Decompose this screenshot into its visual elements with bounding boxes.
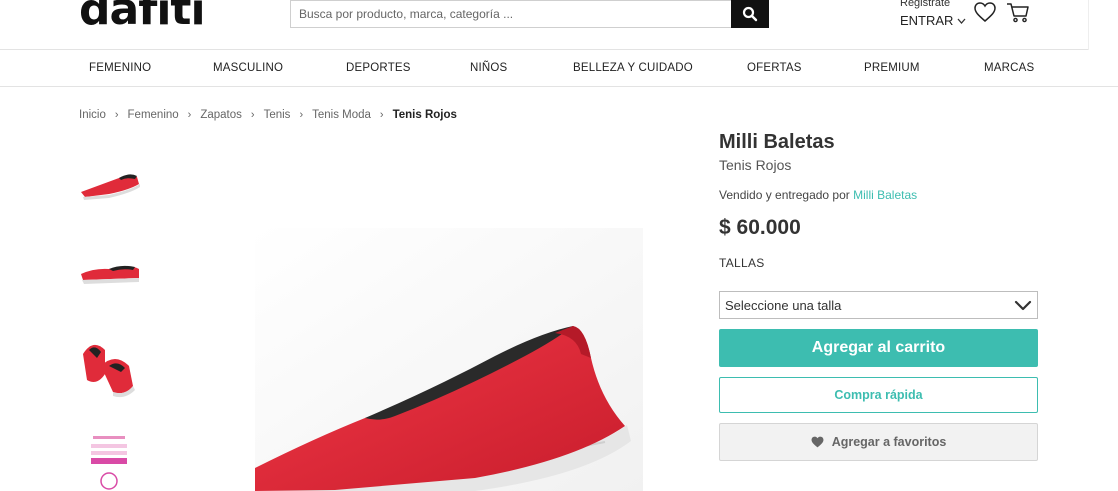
cart-button[interactable] xyxy=(1006,2,1030,29)
sizes-label: TALLAS xyxy=(719,256,765,270)
chevron-right-icon: › xyxy=(187,109,192,121)
product-price: $ 60.000 xyxy=(719,216,801,239)
register-link[interactable]: Registrate xyxy=(900,0,966,10)
search-button[interactable] xyxy=(731,0,769,28)
thumbnail-4-size-chart[interactable] xyxy=(79,424,141,491)
breadcrumb-zapatos[interactable]: Zapatos xyxy=(200,109,242,121)
chevron-right-icon: › xyxy=(299,109,304,121)
nav-item-belleza[interactable]: BELLEZA Y CUIDADO xyxy=(573,62,693,74)
breadcrumb: Inicio › Femenino › Zapatos › Tenis › Te… xyxy=(79,109,457,121)
add-to-cart-button[interactable]: Agregar al carrito xyxy=(719,329,1038,367)
nav-item-marcas[interactable]: MARCAS xyxy=(984,62,1034,74)
wishlist-button[interactable] xyxy=(973,1,997,28)
breadcrumb-inicio[interactable]: Inicio xyxy=(79,109,106,121)
scroll-edge xyxy=(1088,0,1118,50)
cart-icon xyxy=(1007,3,1029,23)
thumbnail-2[interactable] xyxy=(79,236,141,314)
site-header: dafiti Registrate ENTRAR xyxy=(0,0,1118,50)
breadcrumb-tenis[interactable]: Tenis xyxy=(264,109,291,121)
size-select-value: Seleccione una talla xyxy=(725,297,842,313)
product-brand[interactable]: Milli Baletas xyxy=(719,131,1038,153)
thumbnail-3[interactable] xyxy=(79,330,141,408)
seller-link[interactable]: Milli Baletas xyxy=(853,188,917,202)
logo[interactable]: dafiti xyxy=(79,0,206,32)
chevron-right-icon: › xyxy=(250,109,255,121)
nav-item-masculino[interactable]: MASCULINO xyxy=(213,62,283,74)
login-label: ENTRAR xyxy=(900,13,954,28)
favorites-label: Agregar a favoritos xyxy=(831,435,947,449)
thumbnail-1[interactable] xyxy=(79,142,141,220)
breadcrumb-femenino[interactable]: Femenino xyxy=(128,109,179,121)
size-select[interactable]: Seleccione una talla xyxy=(719,291,1038,319)
heart-icon xyxy=(811,436,824,448)
quick-buy-button[interactable]: Compra rápida xyxy=(719,377,1038,413)
product-name: Tenis Rojos xyxy=(719,157,792,173)
breadcrumb-tenis-moda[interactable]: Tenis Moda xyxy=(312,109,371,121)
chevron-right-icon: › xyxy=(114,109,119,121)
search-icon xyxy=(742,6,758,22)
add-to-favorites-button[interactable]: Agregar a favoritos xyxy=(719,423,1038,461)
search-input[interactable] xyxy=(290,0,731,28)
nav-item-ninos[interactable]: NIÑOS xyxy=(470,62,507,74)
nav-item-premium[interactable]: PREMIUM xyxy=(864,62,920,74)
nav-item-deportes[interactable]: DEPORTES xyxy=(346,62,411,74)
nav-item-ofertas[interactable]: OFERTAS xyxy=(747,62,802,74)
chevron-right-icon: › xyxy=(379,109,384,121)
breadcrumb-current: Tenis Rojos xyxy=(392,109,457,121)
chevron-down-icon xyxy=(957,18,966,24)
search-bar xyxy=(290,0,769,28)
login-link[interactable]: ENTRAR xyxy=(900,14,966,27)
seller-prefix: Vendido y entregado por xyxy=(719,188,850,202)
nav-item-femenino[interactable]: FEMENINO xyxy=(89,62,151,74)
product-main-image[interactable] xyxy=(255,228,643,491)
product-info: Milli Baletas Tenis Rojos Vendido y entr… xyxy=(719,131,1038,461)
chevron-down-icon xyxy=(1014,300,1032,310)
heart-icon xyxy=(974,2,996,22)
seller-info: Vendido y entregado por Milli Baletas xyxy=(719,188,917,202)
main-nav: FEMENINO MASCULINO DEPORTES NIÑOS BELLEZ… xyxy=(0,50,1118,87)
account-menu[interactable]: Registrate ENTRAR xyxy=(900,0,966,27)
